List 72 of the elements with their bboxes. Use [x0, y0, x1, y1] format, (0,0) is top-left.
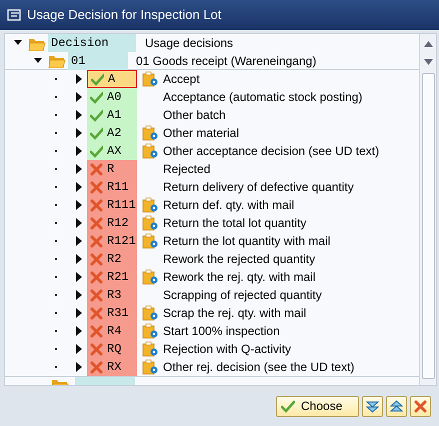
decision-text: Start 100% inspection	[163, 323, 280, 340]
decision-code[interactable]: R31	[87, 304, 137, 322]
cross-icon	[90, 270, 103, 284]
decision-code[interactable]: RX	[87, 358, 137, 376]
decision-code[interactable]: R4	[87, 322, 137, 340]
group-title: 01 Goods receipt (Wareneingang)	[135, 52, 316, 70]
decision-text: Rejected	[163, 161, 210, 178]
column-header[interactable]: Usage decisions	[142, 34, 234, 52]
page-up-button[interactable]	[386, 396, 407, 416]
cell-background	[75, 377, 135, 385]
decision-code[interactable]: A0	[87, 88, 137, 106]
decision-text: Scrapping of rejected quantity	[163, 287, 322, 304]
decision-code[interactable]: AX	[87, 142, 137, 160]
decision-text: Accept	[163, 71, 200, 88]
decision-text: Acceptance (automatic stock posting)	[163, 89, 362, 106]
decision-text: Rework the rejected quantity	[163, 251, 316, 268]
expanded-arrow-icon[interactable]	[34, 56, 42, 66]
page-up-icon	[389, 398, 404, 414]
folder-icon	[48, 53, 66, 68]
cross-icon	[90, 198, 103, 212]
close-icon	[413, 398, 428, 414]
checkmark-icon	[90, 144, 103, 158]
decision-code[interactable]: A2	[87, 124, 137, 142]
decision-text: Rework the rej. qty. with mail	[163, 269, 316, 286]
decision-text: Other rej. decision (see the UD text)	[163, 359, 354, 376]
cross-icon	[90, 252, 103, 266]
cross-icon	[90, 288, 103, 302]
cross-icon	[90, 360, 103, 374]
decision-code[interactable]: A1	[87, 106, 137, 124]
cross-icon	[90, 162, 103, 176]
cross-icon	[90, 306, 103, 320]
decision-code[interactable]: R121	[87, 232, 137, 250]
decision-code[interactable]: A	[87, 70, 137, 88]
choose-button[interactable]: Choose	[276, 396, 359, 416]
checkmark-icon	[90, 108, 103, 122]
checkmark-icon	[281, 400, 295, 412]
cross-icon	[90, 342, 103, 356]
decision-code[interactable]: R	[87, 160, 137, 178]
window-icon	[7, 9, 21, 21]
scroll-thumb[interactable]	[422, 73, 434, 379]
cross-icon	[90, 180, 103, 194]
decision-text: Scrap the rej. qty. with mail	[163, 305, 306, 322]
decision-text: Return delivery of defective quantity	[163, 179, 354, 196]
decision-text: Return def. qty. with mail	[163, 197, 294, 214]
cross-icon	[90, 234, 103, 248]
decision-text: Other batch	[163, 107, 226, 124]
scroll-down-icon[interactable]	[424, 59, 432, 65]
cross-icon	[90, 216, 103, 230]
decision-code[interactable]: R11	[87, 178, 137, 196]
scroll-up-icon[interactable]	[424, 41, 432, 47]
decision-text: Rejection with Q-activity	[163, 341, 292, 358]
scrollbar[interactable]	[419, 34, 436, 385]
column-header[interactable]: Decision	[48, 34, 136, 52]
cross-icon	[90, 324, 103, 338]
checkmark-icon	[90, 126, 103, 140]
checkmark-icon	[90, 90, 103, 104]
checkmark-icon	[91, 72, 104, 86]
close-button[interactable]	[410, 396, 431, 416]
decision-code[interactable]: R12	[87, 214, 137, 232]
page-down-icon	[365, 398, 380, 414]
decision-code[interactable]: R2	[87, 250, 137, 268]
decision-text: Other acceptance decision (see UD text)	[163, 143, 380, 160]
decision-code[interactable]: R111	[87, 196, 137, 214]
decision-text: Return the lot quantity with mail	[163, 233, 330, 250]
decision-code[interactable]: RQ	[87, 340, 137, 358]
page-down-button[interactable]	[362, 396, 383, 416]
decision-code[interactable]: R3	[87, 286, 137, 304]
decision-text: Return the total lot quantity	[163, 215, 306, 232]
group-code: 01	[68, 52, 128, 70]
decision-text: Other material	[163, 125, 240, 142]
decision-code[interactable]: R21	[87, 268, 137, 286]
window-title: Usage Decision for Inspection Lot	[27, 6, 222, 24]
